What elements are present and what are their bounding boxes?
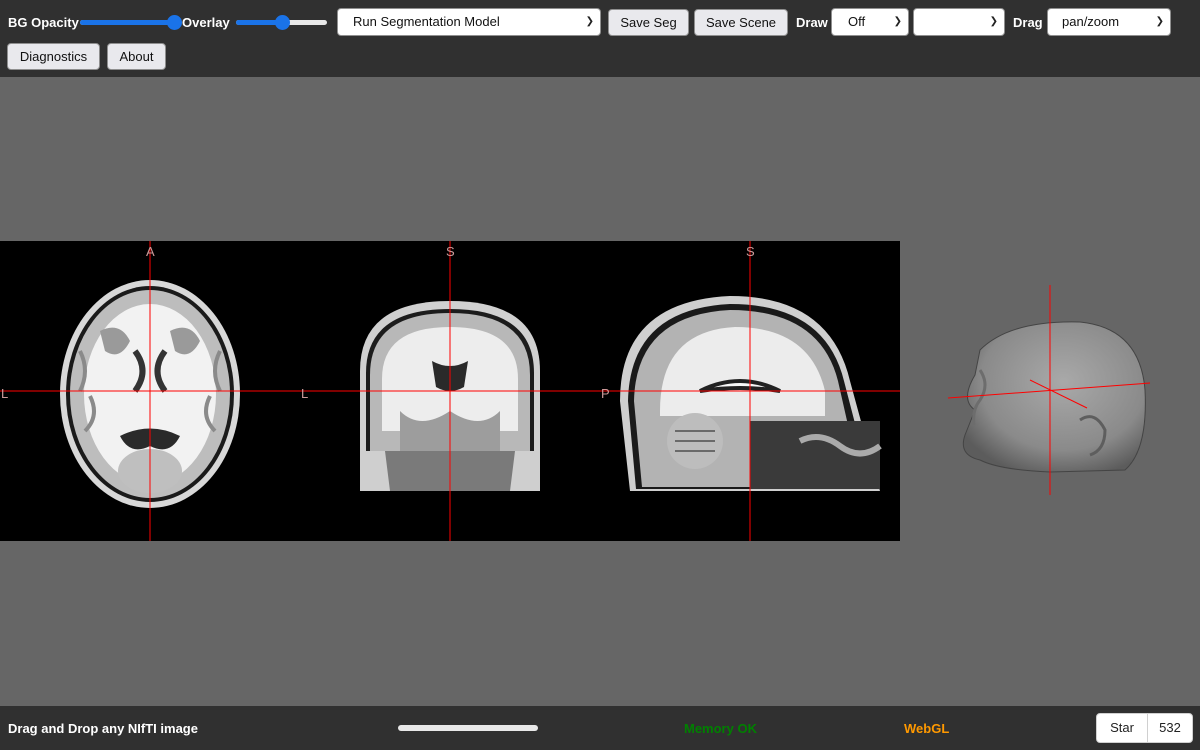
toolbar: BG Opacity Overlay Run Segmentation Mode…	[0, 0, 1200, 77]
head-volume-render	[947, 285, 1151, 495]
draw-mode-select[interactable]: Off ❯	[831, 8, 909, 36]
axial-brain-image	[0, 241, 300, 541]
sagittal-orientation-left: P	[601, 386, 610, 401]
draw-mode-value: Off	[848, 14, 866, 29]
webgl-status: WebGL	[904, 721, 950, 736]
overlay-slider[interactable]	[236, 13, 327, 31]
segmentation-model-select[interactable]: Run Segmentation Model ❯	[337, 8, 601, 36]
save-seg-button[interactable]: Save Seg	[608, 9, 689, 36]
star-button[interactable]: Star	[1097, 714, 1148, 742]
axial-view[interactable]: A L	[0, 241, 300, 541]
drag-mode-select[interactable]: pan/zoom ❯	[1047, 8, 1171, 36]
save-scene-button[interactable]: Save Scene	[694, 9, 788, 36]
coronal-view[interactable]: S L	[300, 241, 600, 541]
progress-bar	[398, 725, 538, 731]
star-widget[interactable]: Star 532	[1096, 713, 1193, 743]
axial-orientation-left: L	[1, 386, 9, 401]
draw-label: Draw	[796, 15, 828, 30]
memory-status: Memory OK	[684, 721, 757, 736]
axial-orientation-top: A	[146, 244, 155, 259]
overlay-label: Overlay	[182, 15, 230, 30]
bg-opacity-label: BG Opacity	[8, 15, 79, 30]
sagittal-view[interactable]: S P	[600, 241, 900, 541]
about-button[interactable]: About	[107, 43, 166, 70]
slider-thumb[interactable]	[274, 15, 290, 30]
drag-label: Drag	[1013, 15, 1043, 30]
slice-views-canvas[interactable]: A L S L S P	[0, 241, 900, 541]
sagittal-brain-image	[600, 241, 900, 541]
coronal-brain-image	[300, 241, 600, 541]
coronal-orientation-left: L	[301, 386, 309, 401]
footer-status-bar: Drag and Drop any NIfTI image Memory OK …	[0, 706, 1200, 750]
drop-hint-text: Drag and Drop any NIfTI image	[8, 721, 198, 736]
sagittal-orientation-top: S	[746, 244, 755, 259]
chevron-down-icon: ❯	[893, 16, 902, 27]
chevron-down-icon: ❯	[989, 16, 998, 27]
coronal-orientation-top: S	[446, 244, 455, 259]
render-3d-view[interactable]	[940, 280, 1160, 500]
drag-mode-value: pan/zoom	[1062, 14, 1120, 29]
star-count[interactable]: 532	[1148, 714, 1192, 742]
segmentation-model-value: Run Segmentation Model	[353, 14, 500, 29]
bg-opacity-slider[interactable]	[80, 13, 182, 31]
diagnostics-button[interactable]: Diagnostics	[7, 43, 100, 70]
slider-thumb[interactable]	[167, 15, 182, 30]
chevron-down-icon: ❯	[1155, 16, 1164, 27]
chevron-down-icon: ❯	[585, 16, 594, 27]
draw-color-select[interactable]: ❯	[913, 8, 1005, 36]
